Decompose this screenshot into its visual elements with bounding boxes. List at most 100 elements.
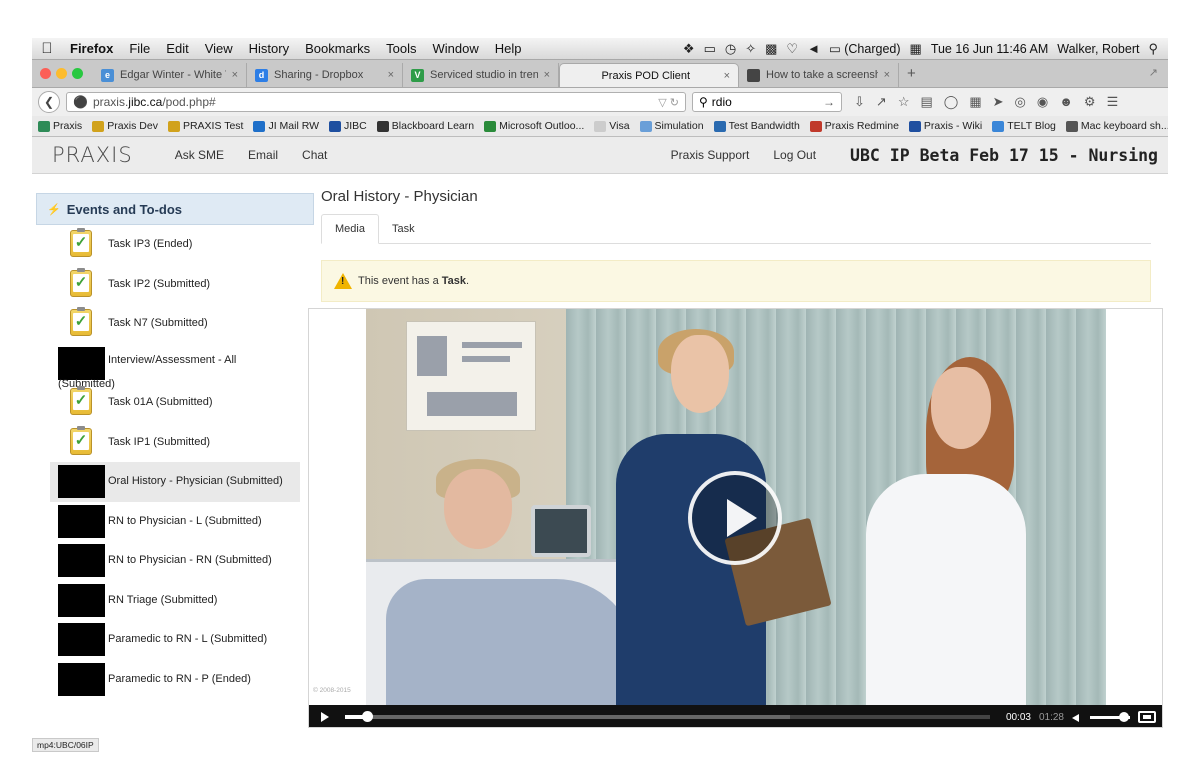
menu-view[interactable]: View [197,41,241,56]
send-icon[interactable]: ➤ [993,94,1004,110]
search-go-icon[interactable]: → [823,95,835,109]
wifi-icon[interactable]: ♡ [786,41,798,57]
apple-icon[interactable]:  [32,40,62,57]
sidebar-item[interactable]: Task N7 (Submitted) [36,304,314,344]
sidebar-item[interactable]: Task IP2 (Submitted) [36,265,314,305]
bookmark-item[interactable]: Praxis Dev [92,120,158,132]
time-machine-icon[interactable]: ◷ [725,41,736,57]
download-icon[interactable]: ⇩ [854,94,865,110]
sidebar-header[interactable]: ⚡ Events and To-dos [36,193,314,225]
clock[interactable]: Tue 16 Jun 11:46 AM [931,42,1048,56]
site-identity-icon[interactable]: ⚫ [73,95,88,109]
pocket-icon[interactable]: ◯ [944,94,959,110]
menu-window[interactable]: Window [425,41,487,56]
search-bar[interactable]: ⚲ rdio → [692,92,842,112]
sidebar-item[interactable]: RN to Physician - RN (Submitted) [36,541,314,581]
globe-icon[interactable]: ◎ [1015,94,1026,110]
minimize-window-button[interactable] [56,68,67,79]
close-tab-icon[interactable]: × [388,69,394,81]
bookmark-item[interactable]: Praxis [38,120,82,132]
email-link[interactable]: Email [236,148,290,162]
browser-tab[interactable]: How to take a screenshot ... × [739,63,899,87]
tab-media[interactable]: Media [321,214,379,244]
tab-task[interactable]: Task [379,214,428,244]
chat-icon[interactable]: ◉ [1037,94,1048,110]
battery-status[interactable]: ▭ (Charged) [829,41,901,56]
back-button[interactable]: ❮ [38,91,60,113]
sidebar-item[interactable]: RN to Physician - L (Submitted) [36,502,314,542]
addon-icon[interactable]: ⚙ [1084,94,1096,110]
menu-history[interactable]: History [241,41,297,56]
praxis-support-link[interactable]: Praxis Support [659,148,762,162]
volume-handle[interactable] [1119,711,1129,722]
user-name[interactable]: Walker, Robert [1057,42,1139,56]
sidebar-item[interactable]: Task 01A (Submitted) [36,383,314,423]
dropbox-status-icon[interactable]: ❖ [683,41,695,57]
browser-tab[interactable]: Praxis POD Client × [559,63,739,87]
volume-icon[interactable] [1072,712,1082,722]
ask-sme-link[interactable]: Ask SME [163,148,236,162]
bookmark-item[interactable]: Praxis Redmine [809,120,899,132]
volume-slider[interactable] [1090,711,1130,722]
play-icon[interactable] [321,712,329,722]
browser-tab[interactable]: e Edgar Winter - White Tras... × [93,63,247,87]
sidebar-item[interactable]: Paramedic to RN - P (Ended) [36,660,314,700]
close-tab-icon[interactable]: × [884,69,890,81]
bookmark-item[interactable]: Mac keyboard sh... [1065,120,1168,132]
close-tab-icon[interactable]: × [544,69,550,81]
bluetooth-icon[interactable]: ✧ [745,41,756,57]
log-out-link[interactable]: Log Out [761,148,828,162]
praxis-logo[interactable]: PRAXIS [32,143,163,167]
bookmark-item[interactable]: JIBC [329,120,367,132]
fullscreen-icon[interactable]: ↗ [1139,66,1168,87]
bookmark-item[interactable]: PRAXIS Test [167,120,243,132]
spotlight-icon[interactable]: ⚲ [1148,41,1158,57]
profile-icon[interactable]: ☻ [1059,94,1073,110]
sidebar-item[interactable]: Interview/Assessment - All (Submitted) [36,344,314,390]
bookmark-item[interactable]: Microsoft Outloo... [484,120,584,132]
extension-icon[interactable]: ▦ [969,94,981,110]
zoom-window-button[interactable] [72,68,83,79]
video-frame[interactable] [366,309,1106,705]
input-source-icon[interactable]: ▦ [910,41,922,57]
search-input[interactable]: rdio [712,95,732,109]
new-tab-button[interactable]: + [899,65,924,87]
display-icon[interactable]: ▭ [704,41,716,57]
sidebar-item[interactable]: Task IP3 (Ended) [36,225,314,265]
expand-icon[interactable]: ↗ [876,94,887,110]
volume-icon[interactable]: ◄ [807,41,820,56]
bookmark-item[interactable]: JI Mail RW [253,120,319,132]
reading-list-icon[interactable]: ▤ [920,94,932,110]
menu-firefox[interactable]: Firefox [62,41,121,56]
sidebar-item[interactable]: Task IP1 (Submitted) [36,423,314,463]
sidebar-item[interactable]: RN Triage (Submitted) [36,581,314,621]
video-player[interactable]: © 2008-2015 00:03 01:28 [308,308,1163,728]
sidebar-item[interactable]: Oral History - Physician (Submitted) [50,462,300,502]
close-tab-icon[interactable]: × [232,69,238,81]
menu-edit[interactable]: Edit [158,41,196,56]
seek-bar[interactable] [345,711,990,722]
menu-help[interactable]: Help [487,41,530,56]
seek-handle[interactable] [361,711,373,722]
chat-link[interactable]: Chat [290,148,339,162]
close-tab-icon[interactable]: × [724,70,730,82]
bookmark-item[interactable]: Blackboard Learn [376,120,474,132]
bookmark-item[interactable]: Test Bandwidth [713,120,800,132]
reload-icon[interactable]: ▽ ↻ [658,96,679,109]
bookmark-item[interactable]: Praxis - Wiki [908,120,982,132]
browser-tab[interactable]: V Serviced studio in trendy ... × [403,63,559,87]
browser-tab[interactable]: d Sharing - Dropbox × [247,63,403,87]
menu-file[interactable]: File [121,41,158,56]
menu-tools[interactable]: Tools [378,41,424,56]
bookmark-item[interactable]: Visa [594,120,630,132]
sidebar-item[interactable]: Paramedic to RN - L (Submitted) [36,620,314,660]
menu-icon[interactable]: ☰ [1107,94,1119,110]
bookmark-item[interactable]: TELT Blog [992,120,1056,132]
url-bar[interactable]: ⚫ praxis.jibc.ca/pod.php# ▽ ↻ [66,92,686,112]
close-window-button[interactable] [40,68,51,79]
airplay-icon[interactable]: ▩ [765,41,777,57]
fullscreen-button-icon[interactable] [1138,711,1156,723]
bookmark-item[interactable]: Simulation [639,120,704,132]
play-overlay-icon[interactable] [688,471,782,565]
bookmark-star-icon[interactable]: ☆ [898,94,910,110]
